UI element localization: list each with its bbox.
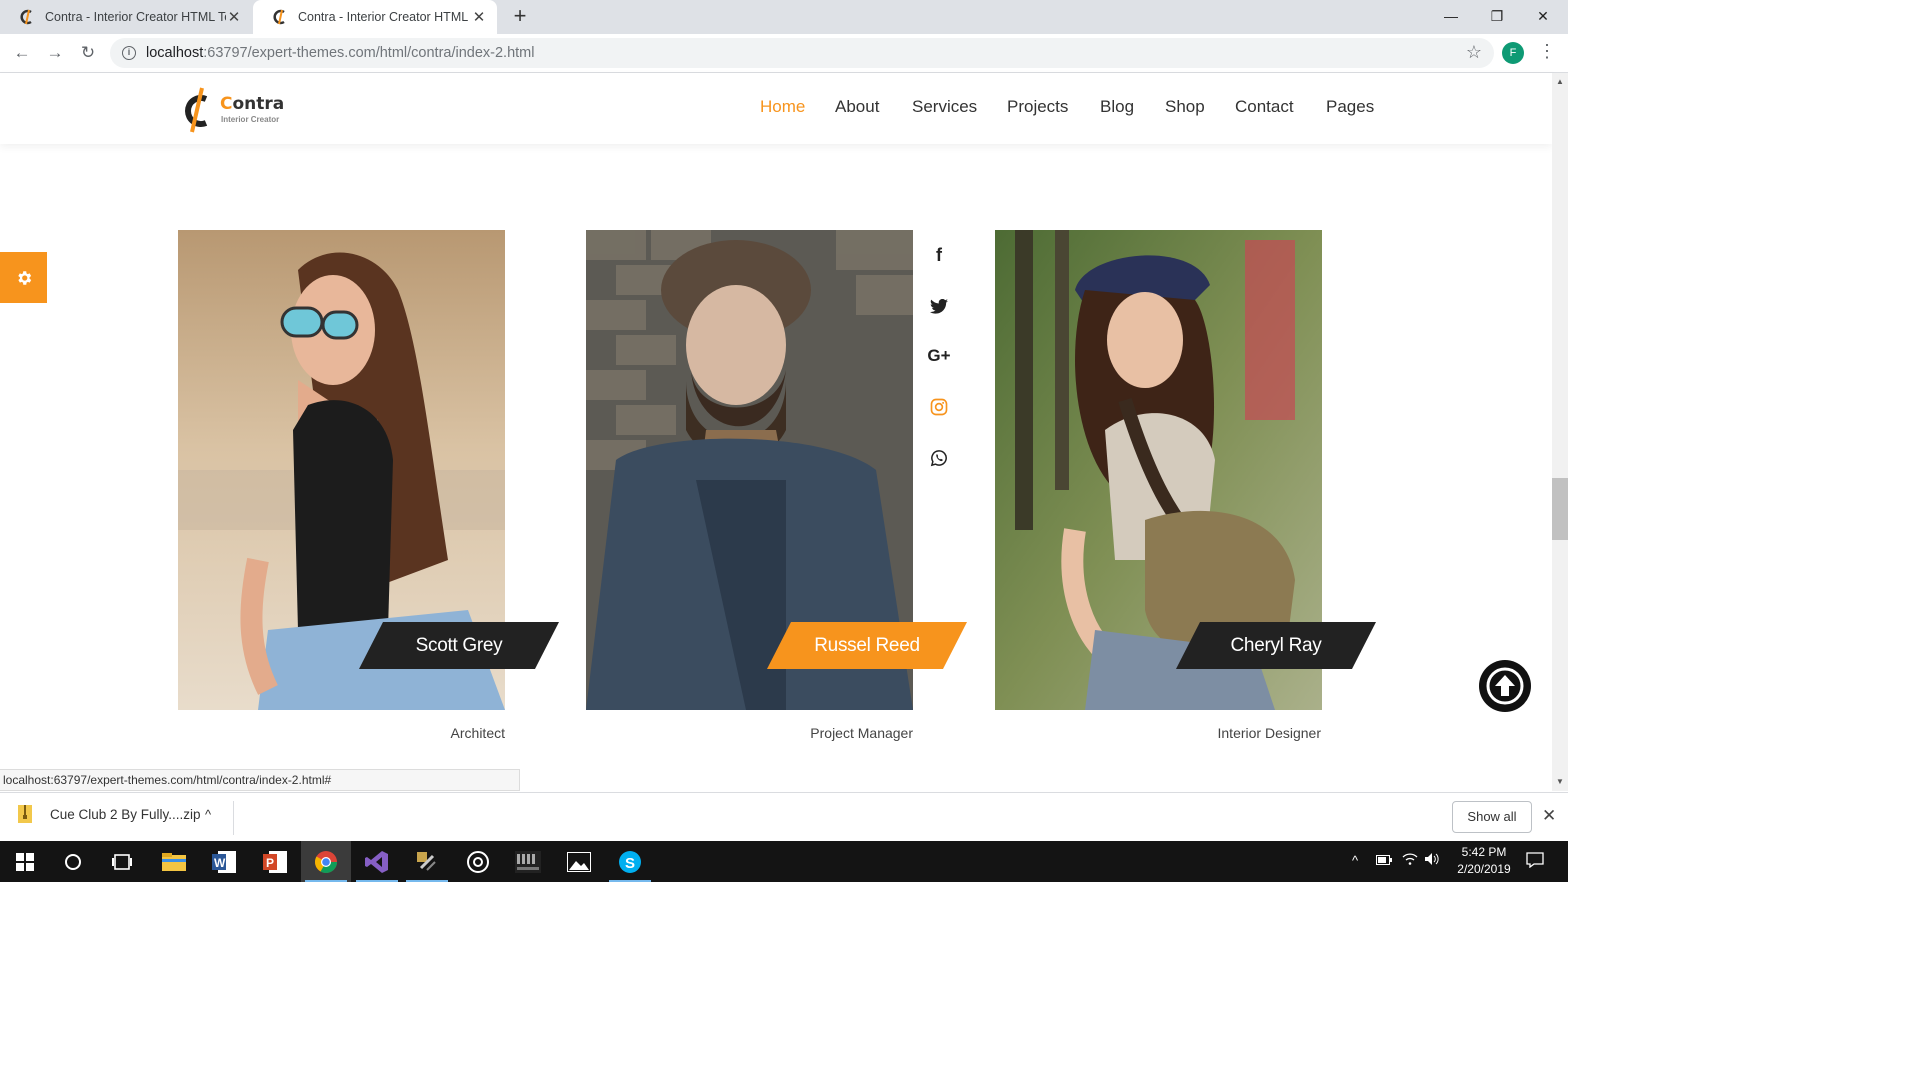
wifi-icon[interactable] <box>1402 853 1418 868</box>
team-role: Interior Designer <box>1217 725 1322 741</box>
scroll-to-top-button[interactable] <box>1479 660 1531 712</box>
photos-icon[interactable] <box>554 841 604 882</box>
contra-favicon-icon <box>273 9 289 25</box>
nav-projects[interactable]: Projects <box>1007 97 1068 117</box>
scroll-up-arrow-icon[interactable]: ▲ <box>1552 77 1568 86</box>
word-icon[interactable]: W <box>199 841 249 882</box>
nav-services[interactable]: Services <box>912 97 977 117</box>
contra-favicon-icon <box>20 9 36 25</box>
browser-toolbar: ← → ↻ i localhost:63797/expert-themes.co… <box>0 34 1568 73</box>
team-name-bar[interactable]: Russel Reed <box>767 622 967 669</box>
logo-mark-icon <box>185 87 208 133</box>
skype-icon[interactable]: S <box>605 841 655 882</box>
powerpoint-icon[interactable]: P <box>250 841 300 882</box>
close-download-shelf-icon[interactable]: ✕ <box>1542 806 1556 826</box>
divider <box>233 801 234 835</box>
windows-start-icon[interactable] <box>0 841 50 882</box>
download-shelf: Cue Club 2 By Fully....zip ^ Show all ✕ <box>0 792 1568 841</box>
nav-pages[interactable]: Pages <box>1326 97 1374 117</box>
url-path: :63797/expert-themes.com/html/contra/ind… <box>203 45 535 61</box>
scrollbar-thumb[interactable] <box>1552 478 1568 540</box>
google-plus-icon[interactable]: G+ <box>926 343 952 369</box>
browser-tab-2[interactable]: Contra - Interior Creator HTML Te ✕ <box>253 0 497 34</box>
logo-brand: Contra <box>220 94 285 114</box>
clock-date: 2/20/2019 <box>1457 862 1511 876</box>
groove-music-icon[interactable] <box>453 841 503 882</box>
cortana-search-icon[interactable] <box>48 841 98 882</box>
clock-time: 5:42 PM <box>1461 845 1507 859</box>
team-name-bar[interactable]: Scott Grey <box>359 622 559 669</box>
chrome-icon[interactable] <box>301 841 351 882</box>
volume-icon[interactable] <box>1425 853 1441 868</box>
forward-button[interactable]: → <box>44 42 66 64</box>
system-clock[interactable]: 5:42 PM 2/20/2019 <box>1445 844 1523 878</box>
close-window-button[interactable]: ✕ <box>1520 0 1566 34</box>
back-button[interactable]: ← <box>11 42 33 64</box>
file-explorer-icon[interactable] <box>149 841 199 882</box>
download-options-chevron-icon[interactable]: ^ <box>205 807 211 822</box>
task-view-icon[interactable] <box>97 841 147 882</box>
zip-file-icon <box>18 805 32 823</box>
link-status-bar: localhost:63797/expert-themes.com/html/c… <box>0 769 520 791</box>
svg-text:S: S <box>625 855 635 872</box>
svg-text:W: W <box>214 856 226 870</box>
nav-about[interactable]: About <box>835 97 879 117</box>
nav-contact[interactable]: Contact <box>1235 97 1294 117</box>
url-host: localhost <box>146 45 204 61</box>
media-app-icon[interactable] <box>503 841 553 882</box>
logo-tagline: Interior Creator <box>221 115 280 124</box>
reload-button[interactable]: ↻ <box>77 42 99 64</box>
page-scrollbar[interactable]: ▲ ▼ <box>1552 73 1568 791</box>
download-filename: Cue Club 2 By Fully....zip <box>50 806 201 822</box>
download-item[interactable]: Cue Club 2 By Fully....zip <box>18 805 201 823</box>
arrow-up-circle-icon <box>1486 667 1524 705</box>
gear-icon <box>17 270 31 285</box>
site-logo[interactable]: Contra Interior Creator <box>178 85 298 133</box>
maximize-button[interactable]: ❐ <box>1474 0 1520 34</box>
close-tab-icon[interactable]: ✕ <box>226 8 242 26</box>
team-name-bar[interactable]: Cheryl Ray <box>1176 622 1376 669</box>
close-tab-icon[interactable]: ✕ <box>471 8 487 26</box>
browser-tab-strip: Contra - Interior Creator HTML Te ✕ Cont… <box>0 0 1568 34</box>
settings-toggle-button[interactable] <box>0 252 47 303</box>
site-info-icon[interactable]: i <box>122 46 136 60</box>
windows-taskbar: W P S ^ 5:42 PM 2/20/2019 <box>0 841 1568 882</box>
browser-menu-icon[interactable]: ⋮ <box>1538 41 1556 62</box>
new-tab-button[interactable]: + <box>508 4 532 28</box>
instagram-icon[interactable] <box>926 394 952 420</box>
show-all-downloads-button[interactable]: Show all <box>1452 801 1532 833</box>
nav-blog[interactable]: Blog <box>1100 97 1134 117</box>
action-center-icon[interactable] <box>1526 852 1544 871</box>
scroll-down-arrow-icon[interactable]: ▼ <box>1552 777 1568 786</box>
nav-home[interactable]: Home <box>760 97 805 117</box>
tab-title: Contra - Interior Creator HTML Te <box>45 10 226 24</box>
profile-avatar[interactable]: F <box>1502 42 1524 64</box>
address-bar[interactable]: i localhost:63797/expert-themes.com/html… <box>110 38 1494 68</box>
site-header: Contra Interior Creator Home About Servi… <box>0 73 1552 144</box>
bookmark-star-icon[interactable]: ☆ <box>1466 42 1482 63</box>
visual-studio-icon[interactable] <box>352 841 402 882</box>
browser-tab-1[interactable]: Contra - Interior Creator HTML Te ✕ <box>0 0 252 34</box>
nav-shop[interactable]: Shop <box>1165 97 1205 117</box>
tools-icon[interactable] <box>402 841 452 882</box>
whatsapp-icon[interactable] <box>926 445 952 471</box>
battery-icon[interactable] <box>1376 853 1392 868</box>
svg-text:P: P <box>266 856 274 870</box>
team-role: Project Manager <box>810 725 913 741</box>
tab-title: Contra - Interior Creator HTML Te <box>298 10 471 24</box>
minimize-button[interactable]: — <box>1428 0 1474 34</box>
team-role: Architect <box>450 725 505 741</box>
twitter-icon[interactable] <box>926 293 952 319</box>
tray-overflow-icon[interactable]: ^ <box>1352 853 1358 868</box>
facebook-icon[interactable]: f <box>926 242 952 268</box>
